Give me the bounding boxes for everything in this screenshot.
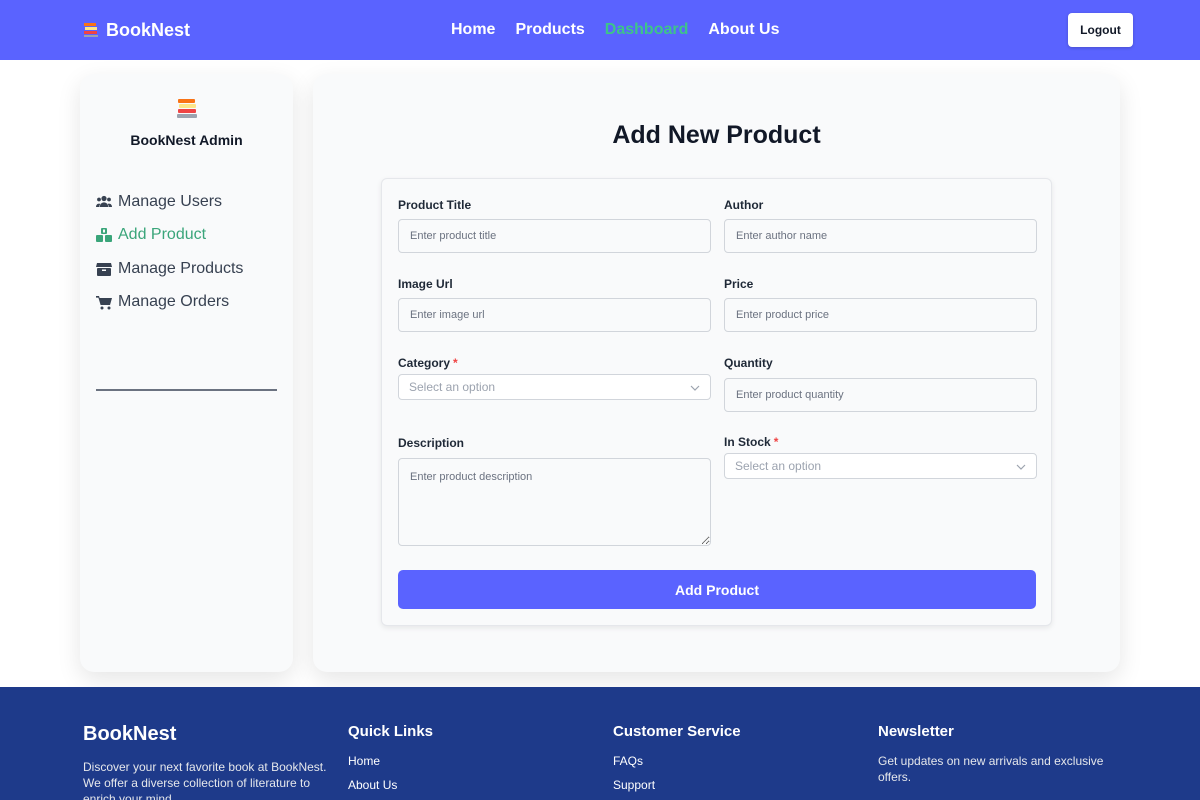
quantity-label: Quantity [724,356,773,370]
add-product-button[interactable]: Add Product [398,570,1036,609]
add-product-icon [96,227,112,243]
admin-sidebar: BookNest Admin Manage Users Add Product … [80,74,293,672]
author-label: Author [724,198,764,212]
in-stock-select-value: Select an option [735,459,822,473]
main-nav: Home Products Dashboard About Us [451,0,779,60]
footer-link-about-us[interactable]: About Us [348,778,568,792]
books-stack-icon [176,98,198,125]
nav-dashboard[interactable]: Dashboard [605,21,689,39]
nav-about-us[interactable]: About Us [708,21,779,39]
in-stock-select[interactable]: Select an option [724,453,1037,479]
sidebar-item-label: Manage Products [118,259,244,277]
image-url-input[interactable] [398,298,711,332]
footer-brand-column: BookNest Discover your next favorite boo… [83,723,328,800]
logout-button[interactable]: Logout [1068,13,1133,47]
sidebar-item-manage-orders[interactable]: Manage Orders [96,286,277,320]
sidebar-item-label: Manage Users [118,192,223,210]
in-stock-label: In Stock * [724,435,779,449]
footer-link-support[interactable]: Support [613,778,833,792]
sidebar-item-manage-products[interactable]: Manage Products [96,252,277,286]
newsletter-text: Get updates on new arrivals and exclusiv… [878,754,1104,784]
required-marker: * [453,356,458,370]
author-input[interactable] [724,219,1037,253]
brand-logo[interactable]: BookNest [83,0,190,60]
footer-brand-text: Discover your next favorite book at Book… [83,760,327,800]
quantity-input[interactable] [724,378,1037,412]
top-navbar: BookNest Home Products Dashboard About U… [0,0,1200,60]
description-label: Description [398,436,465,450]
price-input[interactable] [724,298,1037,332]
footer-heading: Quick Links [348,723,434,740]
brand-name: BookNest [106,19,191,40]
nav-products[interactable]: Products [515,21,584,39]
sidebar-item-add-product[interactable]: Add Product [96,219,277,253]
product-title-input[interactable] [398,219,711,253]
chevron-down-icon [690,380,700,394]
main-panel: Add New Product Product Title Author Ima… [313,74,1120,672]
sidebar-divider [96,389,277,391]
site-footer: BookNest Discover your next favorite boo… [0,687,1200,800]
box-icon [96,261,112,277]
sidebar-item-label: Manage Orders [118,293,230,311]
price-label: Price [724,277,754,291]
footer-link-home[interactable]: Home [348,754,568,768]
footer-link-faqs[interactable]: FAQs [613,754,833,768]
chevron-down-icon [1016,459,1026,473]
footer-customer-service: Customer Service FAQs Support [613,723,833,792]
footer-brand: BookNest [83,723,177,745]
category-label: Category * [398,356,458,370]
sidebar-item-label: Add Product [118,226,207,244]
image-url-label: Image Url [398,277,453,291]
product-title-label: Product Title [398,198,472,212]
books-icon [83,22,99,38]
description-textarea[interactable] [398,458,711,546]
add-product-form: Product Title Author Image Url Price Cat… [381,178,1052,626]
footer-heading: Customer Service [613,723,741,740]
category-select[interactable]: Select an option [398,374,711,400]
footer-newsletter: Newsletter Get updates on new arrivals a… [878,723,1118,785]
sidebar-menu: Manage Users Add Product Manage Products… [96,185,277,319]
footer-quick-links: Quick Links Home About Us [348,723,568,792]
footer-heading: Newsletter [878,723,954,740]
cart-icon [96,294,112,310]
page-title: Add New Product [612,121,821,149]
sidebar-title: BookNest Admin [130,132,243,148]
nav-home[interactable]: Home [451,21,495,39]
category-select-value: Select an option [409,380,496,394]
required-marker: * [773,435,779,449]
sidebar-item-manage-users[interactable]: Manage Users [96,185,277,219]
users-icon [96,194,112,210]
